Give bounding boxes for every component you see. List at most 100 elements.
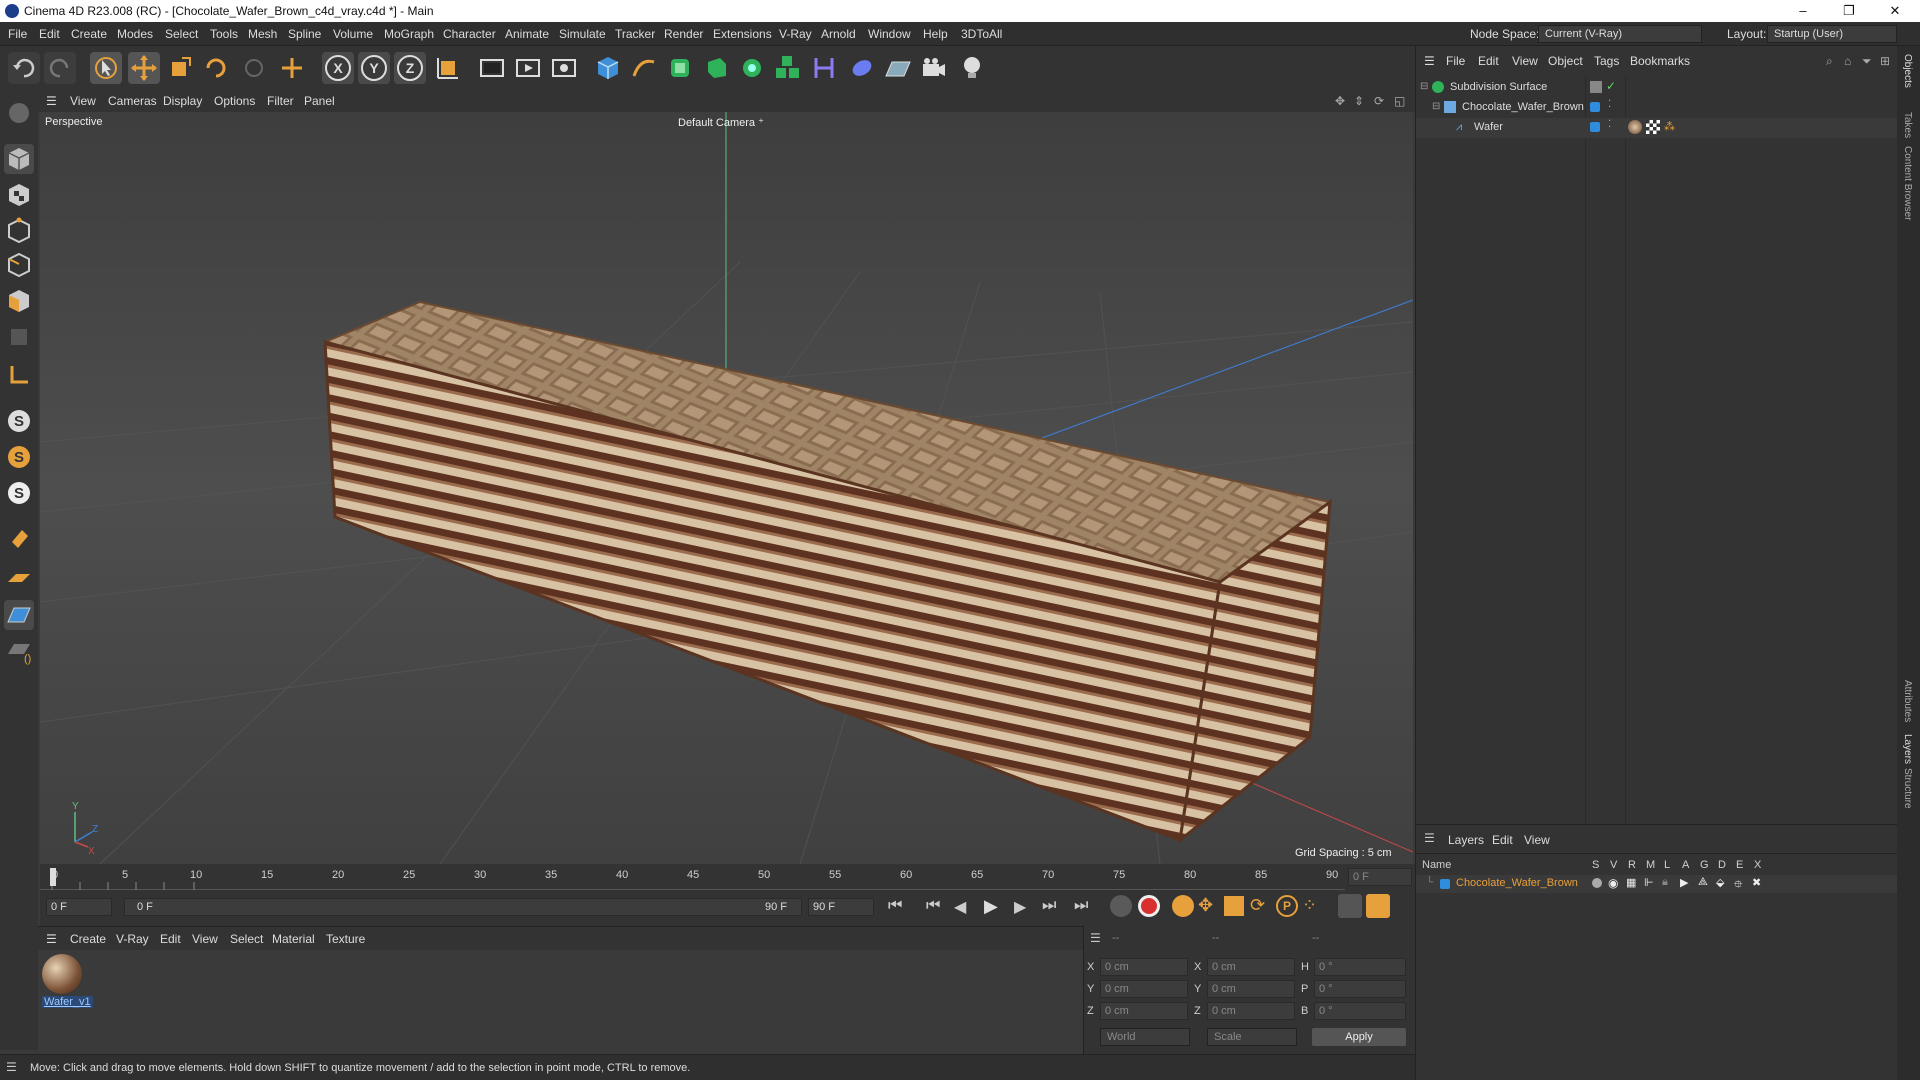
deformers-icon[interactable]: ⬙ <box>1716 876 1724 889</box>
select-tool-icon[interactable] <box>90 52 122 84</box>
autokey-record-icon[interactable] <box>1138 895 1160 917</box>
viewport-menu-view[interactable]: View <box>70 94 96 108</box>
tab-attributes[interactable]: Attributes <box>1902 680 1913 722</box>
expressions-icon[interactable]: ⯐ <box>1734 876 1742 895</box>
uvw-tag-icon[interactable] <box>1646 120 1660 134</box>
material-menu-texture[interactable]: Texture <box>326 932 365 946</box>
animation-icon[interactable]: ▶ <box>1680 876 1688 889</box>
prev-frame-icon[interactable]: ◀ <box>954 897 966 917</box>
camera-link-icon[interactable]: ⁺ <box>758 117 764 129</box>
size-x-field[interactable] <box>1207 958 1295 976</box>
3d-viewport[interactable]: Y Z X Perspective Default Camera ⁺ Grid … <box>40 112 1413 864</box>
object-row[interactable]: ⊟ Chocolate_Wafer_Brown ⁚ <box>1416 98 1898 118</box>
enabled-check-icon[interactable]: ✓ <box>1606 79 1616 93</box>
layer-tag-icon[interactable] <box>1590 81 1602 93</box>
viewport-menu-options[interactable]: Options <box>214 94 255 108</box>
field-icon[interactable] <box>846 52 878 84</box>
viewport-menu-panel[interactable]: Panel <box>304 94 335 108</box>
hamburger-icon[interactable]: ☰ <box>46 94 57 108</box>
render-settings-icon[interactable] <box>548 52 580 84</box>
object-menu-bookmarks[interactable]: Bookmarks <box>1630 54 1690 68</box>
render-view-icon[interactable] <box>512 52 544 84</box>
coordinate-system-icon[interactable] <box>432 52 464 84</box>
goto-end-icon[interactable]: ⏭ <box>1074 897 1088 915</box>
menu-tracker[interactable]: Tracker <box>615 27 655 41</box>
camera-icon[interactable] <box>918 52 950 84</box>
uv-mode-icon[interactable] <box>4 322 34 352</box>
rotation-h-field[interactable] <box>1314 958 1406 976</box>
menu-mograph[interactable]: MoGraph <box>384 27 434 41</box>
hamburger-icon[interactable]: ☰ <box>1424 54 1435 68</box>
timeline-ruler[interactable]: 0 5 10 15 20 25 30 35 40 45 50 55 60 65 … <box>40 864 1415 890</box>
motion-path-icon[interactable] <box>1338 894 1362 918</box>
object-menu-tags[interactable]: Tags <box>1594 54 1619 68</box>
menu-mesh[interactable]: Mesh <box>248 27 277 41</box>
move-tool-icon[interactable] <box>128 52 160 84</box>
object-menu-view[interactable]: View <box>1512 54 1538 68</box>
polygons-mode-icon[interactable] <box>4 286 34 316</box>
coordinate-space-dropdown[interactable]: World <box>1100 1028 1190 1046</box>
menu-extensions[interactable]: Extensions <box>713 27 772 41</box>
extrude-generator-icon[interactable] <box>700 52 732 84</box>
material-tag-icon[interactable] <box>1628 120 1642 134</box>
new-window-icon[interactable]: ⊞ <box>1880 54 1890 68</box>
key-parameter-icon[interactable]: P <box>1276 895 1298 917</box>
undo-icon[interactable] <box>8 52 40 84</box>
snap-s-white-icon[interactable]: S <box>4 478 34 508</box>
axis-mode-icon[interactable] <box>4 360 34 390</box>
spline-pen-icon[interactable] <box>628 52 660 84</box>
cloner-icon[interactable] <box>736 52 768 84</box>
home-icon[interactable]: ⌂ <box>1844 54 1851 68</box>
prev-key-icon[interactable]: ⏮ <box>926 897 940 915</box>
material-menu-view[interactable]: View <box>192 932 218 946</box>
manager-icon[interactable]: ⊩ <box>1644 876 1654 889</box>
magnet-icon[interactable] <box>4 522 34 552</box>
rotation-b-field[interactable] <box>1314 1002 1406 1020</box>
lock-icon[interactable]: 🔒︎ <box>1662 876 1668 889</box>
points-mode-icon[interactable] <box>4 216 34 246</box>
hamburger-icon[interactable]: ☰ <box>46 932 57 946</box>
rotation-p-field[interactable] <box>1314 980 1406 998</box>
menu-volume[interactable]: Volume <box>333 27 373 41</box>
collapse-icon[interactable]: ⊟ <box>1432 101 1440 112</box>
material-swatch[interactable]: Wafer_v1 <box>42 954 93 1012</box>
object-row[interactable]: ⩘ Wafer ⁚ ⁂ <box>1416 118 1898 138</box>
size-y-field[interactable] <box>1207 980 1295 998</box>
hamburger-icon[interactable]: ☰ <box>6 1060 17 1074</box>
keyframe-selection-icon[interactable] <box>1172 895 1194 917</box>
menu-animate[interactable]: Animate <box>505 27 549 41</box>
workplane-icon[interactable] <box>4 564 34 594</box>
vray-tag-icon[interactable]: ⁂ <box>1664 120 1675 133</box>
menu-3dtoall[interactable]: 3DToAll <box>961 27 1002 41</box>
grid-plane-icon[interactable] <box>4 600 34 630</box>
key-position-icon[interactable]: ✥ <box>1198 895 1213 916</box>
layer-row[interactable]: └ Chocolate_Wafer_Brown ◉ ▦ ⊩ 🔒︎ ▶ ⟁ ⬙ ⯐… <box>1416 875 1898 893</box>
node-space-dropdown[interactable]: Current (V-Ray) <box>1538 25 1702 43</box>
visibility-dots-icon[interactable]: ⁚ <box>1608 119 1611 130</box>
menu-spline[interactable]: Spline <box>288 27 321 41</box>
end-frame-field[interactable] <box>808 898 874 916</box>
render-region-icon[interactable] <box>476 52 508 84</box>
filter-icon[interactable]: ⏷ <box>1862 54 1872 69</box>
visible-eye-icon[interactable]: ◉ <box>1608 876 1618 890</box>
viewport-dolly-icon[interactable]: ⇕ <box>1354 94 1364 108</box>
goto-start-icon[interactable]: ⏮ <box>888 897 902 915</box>
key-pla-icon[interactable]: ⁘ <box>1302 895 1317 916</box>
search-icon[interactable]: ⌕ <box>1826 54 1833 69</box>
next-key-icon[interactable]: ⏭ <box>1042 897 1056 915</box>
layer-color-icon[interactable] <box>1440 879 1450 889</box>
menu-window[interactable]: Window <box>868 27 911 41</box>
menu-file[interactable]: File <box>8 27 27 41</box>
minimize-button[interactable]: – <box>1780 0 1826 22</box>
menu-tools[interactable]: Tools <box>210 27 238 41</box>
layer-menu-edit[interactable]: Edit <box>1492 833 1513 847</box>
next-frame-icon[interactable]: ▶ <box>1014 897 1026 917</box>
viewport-menu-filter[interactable]: Filter <box>267 94 294 108</box>
floor-environment-icon[interactable] <box>882 52 914 84</box>
material-menu-edit[interactable]: Edit <box>160 932 181 946</box>
solo-icon[interactable] <box>1592 878 1602 888</box>
close-button[interactable]: ✕ <box>1872 0 1918 22</box>
rotate-tool-icon[interactable] <box>200 52 232 84</box>
layer-color-icon[interactable] <box>1590 102 1600 112</box>
menu-create[interactable]: Create <box>71 27 107 41</box>
